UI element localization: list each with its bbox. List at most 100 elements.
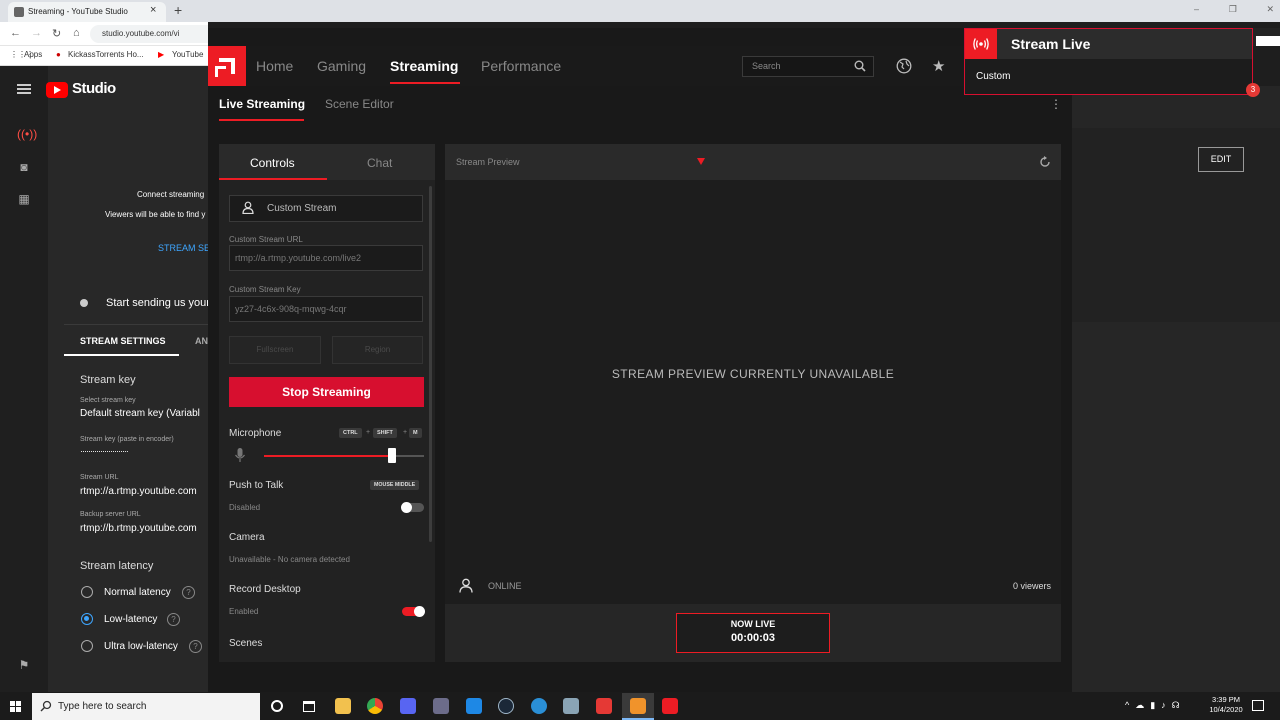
stream-key-field[interactable]: ························ xyxy=(80,446,208,456)
clock-date: 10/4/2020 xyxy=(1209,705,1243,714)
address-bar[interactable]: studio.youtube.com/vi xyxy=(90,25,208,43)
nav-gaming[interactable]: Gaming xyxy=(317,58,366,74)
live-stream-icon[interactable]: ((•)) xyxy=(17,127,37,141)
notification-header xyxy=(965,29,1252,59)
minimize-icon[interactable]: – xyxy=(1194,4,1199,15)
radio-ultra[interactable] xyxy=(81,640,93,652)
calendar-icon[interactable]: ▦ xyxy=(17,192,31,206)
record-state: Enabled xyxy=(229,607,259,616)
connect-text: Connect streaming xyxy=(137,190,205,199)
help-icon[interactable]: ? xyxy=(182,586,195,599)
refresh-icon[interactable] xyxy=(1039,156,1051,168)
bookmark-youtube[interactable]: YouTube xyxy=(172,50,203,59)
file-explorer-icon[interactable] xyxy=(335,698,351,714)
scenes-title: Scenes xyxy=(229,638,263,649)
app-icon[interactable] xyxy=(563,698,579,714)
latency-ultra-label: Ultra low-latency xyxy=(104,641,178,652)
amd-radeon-icon[interactable] xyxy=(662,698,678,714)
ptt-title: Push to Talk xyxy=(229,480,284,491)
youtube-logo-icon xyxy=(46,82,68,98)
nav-home[interactable]: Home xyxy=(256,58,293,74)
mouse-cursor-icon xyxy=(697,158,705,165)
mic-slider-thumb[interactable] xyxy=(388,448,396,463)
close-window-icon[interactable]: ✕ xyxy=(1266,4,1274,15)
window-controls: – ❐ ✕ xyxy=(1194,4,1274,15)
stop-streaming-button[interactable]: Stop Streaming xyxy=(229,377,424,407)
app-icon[interactable] xyxy=(433,698,449,714)
edit-button[interactable]: EDIT xyxy=(1198,147,1244,172)
notification-center-icon[interactable] xyxy=(1252,700,1264,711)
key-plus: + xyxy=(403,429,408,436)
maximize-icon[interactable]: ❐ xyxy=(1229,4,1237,15)
key-label: Custom Stream Key xyxy=(229,285,301,294)
app-icon[interactable] xyxy=(466,698,482,714)
globe-icon[interactable] xyxy=(896,58,912,74)
steam-icon[interactable] xyxy=(498,698,514,714)
tab-close-icon[interactable]: × xyxy=(150,4,156,16)
tab-stream-settings[interactable]: STREAM SETTINGS xyxy=(80,336,166,346)
back-icon[interactable]: ← xyxy=(10,27,21,39)
forward-icon[interactable]: → xyxy=(31,27,42,39)
avatar[interactable]: 3 xyxy=(1246,83,1260,97)
help-icon[interactable]: ? xyxy=(189,640,202,653)
help-icon[interactable]: ? xyxy=(167,613,180,626)
latency-low-label: Low-latency xyxy=(104,614,158,625)
key-label: Stream key (paste in encoder) xyxy=(80,436,174,443)
taskbar-clock[interactable]: 3:39 PM 10/4/2020 xyxy=(1203,695,1249,715)
stream-url-field[interactable]: rtmp://a.rtmp.youtube.com xyxy=(80,486,208,497)
tab-controls[interactable]: Controls xyxy=(250,156,295,170)
select-key-dropdown[interactable]: Default stream key (Variabl xyxy=(80,408,208,419)
chrome-icon[interactable] xyxy=(367,698,383,714)
region-button[interactable]: Region xyxy=(332,336,423,364)
stream-service-select[interactable]: Custom Stream xyxy=(229,195,423,222)
taskbar-search-input[interactable]: Type here to search xyxy=(32,693,260,720)
star-icon[interactable]: ★ xyxy=(932,57,945,75)
fullscreen-button[interactable]: Fullscreen xyxy=(229,336,321,364)
subnav-live-streaming[interactable]: Live Streaming xyxy=(219,97,305,111)
home-icon[interactable]: ⌂ xyxy=(73,27,80,39)
subnav-scene-editor[interactable]: Scene Editor xyxy=(325,97,394,111)
preview-header xyxy=(445,144,1061,180)
record-toggle[interactable] xyxy=(402,606,425,617)
ptt-toggle[interactable] xyxy=(401,502,424,513)
windows-start-icon[interactable] xyxy=(10,701,21,712)
roblox-icon[interactable] xyxy=(596,698,612,714)
browser-tab[interactable]: Streaming - YouTube Studio xyxy=(8,2,166,22)
key-m: M xyxy=(409,428,422,438)
cortana-icon[interactable] xyxy=(271,700,283,712)
stream-setup-link[interactable]: STREAM SE xyxy=(158,243,210,253)
online-status: ONLINE xyxy=(488,581,522,591)
backup-url-field[interactable]: rtmp://b.rtmp.youtube.com xyxy=(80,523,208,534)
bookmark-kickass[interactable]: KickassTorrents Ho... xyxy=(68,50,144,59)
stream-key-input[interactable]: yz27-4c6x-908q-mqwg-4cqr xyxy=(229,296,423,322)
viewer-count: 0 viewers xyxy=(1012,581,1051,591)
reload-icon[interactable]: ↻ xyxy=(52,27,61,40)
new-tab-icon[interactable]: + xyxy=(174,2,182,18)
radio-normal[interactable] xyxy=(81,586,93,598)
latency-normal-label: Normal latency xyxy=(104,587,171,598)
search-icon[interactable] xyxy=(854,60,866,72)
radio-low[interactable] xyxy=(81,613,93,625)
app-icon[interactable] xyxy=(630,698,646,714)
nav-streaming[interactable]: Streaming xyxy=(390,58,458,74)
webcam-icon[interactable]: ◙ xyxy=(17,160,31,174)
nav-performance[interactable]: Performance xyxy=(481,58,561,74)
subnav-underline xyxy=(219,119,304,121)
bookmark-apps[interactable]: Apps xyxy=(24,50,42,59)
panel-scrollbar[interactable] xyxy=(429,186,432,542)
latency-heading: Stream latency xyxy=(80,560,154,572)
tab-chat[interactable]: Chat xyxy=(367,156,392,170)
discord-icon[interactable] xyxy=(400,698,416,714)
tab-analytics[interactable]: AN xyxy=(195,336,208,346)
hamburger-menu-icon[interactable] xyxy=(17,84,31,94)
camera-title: Camera xyxy=(229,532,265,543)
system-tray-icons[interactable]: ^☁▮♪☊ xyxy=(1125,700,1186,711)
stream-url-input[interactable]: rtmp://a.rtmp.youtube.com/live2 xyxy=(229,245,423,271)
more-options-icon[interactable]: ⋮ xyxy=(1050,97,1062,111)
uplay-icon[interactable] xyxy=(531,698,547,714)
task-view-icon[interactable] xyxy=(303,701,315,712)
feedback-icon[interactable]: ⚑ xyxy=(17,658,31,672)
viewers-text: Viewers will be able to find y xyxy=(105,210,206,219)
microphone-icon[interactable] xyxy=(234,447,246,463)
amd-logo-icon[interactable] xyxy=(208,46,246,86)
